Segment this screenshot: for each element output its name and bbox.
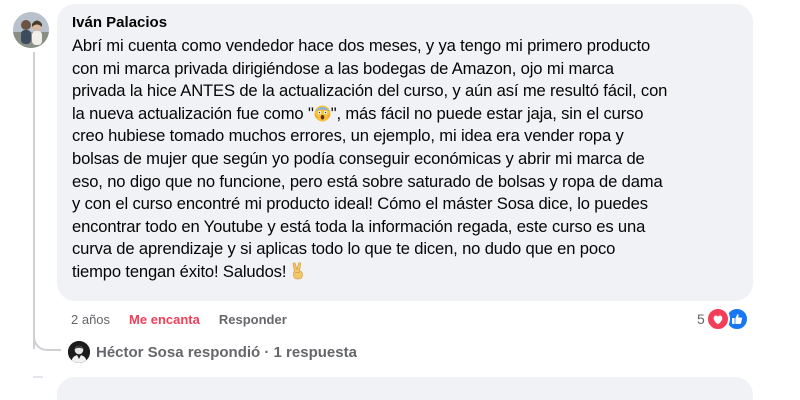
comment-thread: Iván Palacios Abrí mi cuenta como vended…: [0, 0, 800, 400]
comment-line: Abrí mi cuenta como vendedor hace dos me…: [72, 36, 651, 55]
comment-line: curva de aprendizaje y si aplicas todo l…: [72, 239, 616, 259]
comment-line: eso, no digo que no funcione, pero está …: [72, 171, 663, 191]
comment-author[interactable]: Iván Palacios: [72, 14, 739, 32]
comment-line: bolsas de mujer que según yo podía conse…: [72, 148, 645, 168]
thread-connector: [33, 333, 61, 351]
face-screaming-icon: [314, 105, 331, 122]
next-thread-line: [33, 376, 43, 378]
thread-line: [33, 52, 35, 349]
view-replies-link[interactable]: Héctor Sosa respondió · 1 respuesta: [68, 340, 357, 364]
reply-button[interactable]: Responder: [219, 312, 287, 327]
comment-line-part: tiempo tengan éxito! Saludos!: [72, 261, 287, 281]
comment-line-part: la nueva actualización fue como ": [72, 103, 314, 123]
next-comment-bubble: [57, 377, 753, 400]
victory-hand-icon: [290, 262, 306, 280]
comment-line: creo hubiese tomado muchos errores, un e…: [72, 126, 624, 146]
reaction-count: 5: [697, 311, 705, 327]
comment-line: encontrar todo en Youtube y está toda la…: [72, 216, 646, 236]
comment-line: tiempo tengan éxito! Saludos!: [72, 261, 739, 284]
comment-line: y con el curso encontré mi producto idea…: [72, 194, 648, 214]
comment-text: Abrí mi cuenta como vendedor hace dos me…: [72, 35, 739, 284]
comment-timestamp[interactable]: 2 años: [71, 312, 110, 327]
comment-line: la nueva actualización fue como " ", más …: [72, 103, 739, 126]
love-button[interactable]: Me encanta: [129, 312, 200, 327]
reply-author-avatar: [68, 341, 90, 363]
comment-actions: 2 años Me encanta Responder: [71, 309, 306, 329]
love-reaction-icon: [705, 307, 730, 331]
reaction-summary[interactable]: 5: [697, 307, 749, 331]
comment-bubble: Iván Palacios Abrí mi cuenta como vended…: [57, 4, 753, 301]
comment-line: privada la hice ANTES de la actualizació…: [72, 81, 668, 101]
avatar[interactable]: [13, 12, 49, 48]
reply-summary-text[interactable]: Héctor Sosa respondió · 1 respuesta: [96, 344, 357, 361]
comment-line-part: ", más fácil no puede estar jaja, sin el…: [330, 103, 644, 123]
avatar-photo: [13, 12, 49, 48]
comment-line: con mi marca privada dirigiéndose a las …: [72, 58, 614, 78]
